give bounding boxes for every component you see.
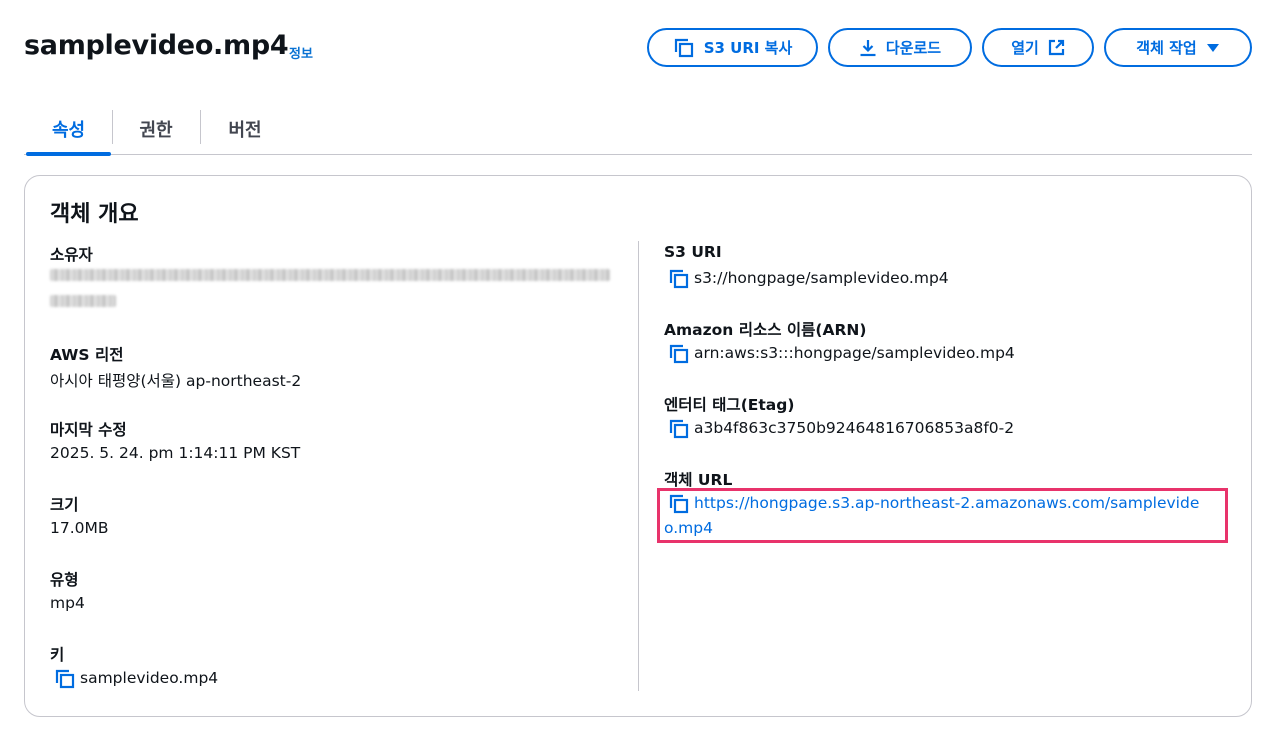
object-url-label: 객체 URL: [664, 471, 733, 489]
panel-title: 객체 개요: [50, 202, 139, 227]
owner-value-redacted: [50, 269, 610, 281]
download-button[interactable]: 다운로드: [828, 28, 972, 67]
tab-bar: 속성 권한 버전: [24, 104, 1252, 156]
download-icon: [860, 39, 876, 56]
arn-value: arn:aws:s3:::hongpage/samplevideo.mp4: [694, 344, 1015, 362]
copy-icon[interactable]: [668, 268, 690, 290]
page-title: samplevideo.mp4: [24, 30, 289, 61]
object-actions-dropdown[interactable]: 객체 작업: [1104, 28, 1252, 67]
open-label: 열기: [1011, 39, 1039, 57]
copy-s3-uri-button[interactable]: S3 URI 복사: [647, 28, 818, 67]
copy-icon: [674, 38, 693, 57]
type-label: 유형: [50, 571, 79, 589]
type-value: mp4: [50, 594, 85, 612]
last-modified-label: 마지막 수정: [50, 421, 127, 439]
s3-uri-label: S3 URI: [664, 243, 722, 261]
info-link[interactable]: 정보: [289, 43, 313, 62]
arn-label: Amazon 리소스 이름(ARN): [664, 321, 867, 339]
owner-value-redacted: [50, 295, 116, 307]
caret-down-icon: [1206, 43, 1219, 52]
key-value: samplevideo.mp4: [80, 669, 219, 687]
object-overview-panel: 객체 개요 소유자 AWS 리전 아시아 태평양(서울) ap-northeas…: [24, 175, 1252, 717]
external-link-icon: [1048, 39, 1064, 56]
tab-versions[interactable]: 버전: [202, 104, 288, 154]
key-label: 키: [50, 646, 65, 664]
copy-s3-uri-label: S3 URI 복사: [703, 39, 793, 57]
object-url-highlight-box: [657, 488, 1228, 543]
tab-divider: [112, 110, 113, 144]
owner-label: 소유자: [50, 246, 93, 264]
size-label: 크기: [50, 496, 79, 514]
copy-icon[interactable]: [54, 668, 76, 690]
column-divider: [638, 241, 639, 691]
open-button[interactable]: 열기: [982, 28, 1094, 67]
object-actions-label: 객체 작업: [1136, 39, 1197, 57]
tab-properties[interactable]: 속성: [26, 104, 111, 156]
tab-permissions[interactable]: 권한: [114, 104, 198, 154]
s3-uri-value: s3://hongpage/samplevideo.mp4: [694, 269, 949, 287]
size-value: 17.0MB: [50, 519, 109, 537]
tab-divider: [200, 110, 201, 144]
last-modified-value: 2025. 5. 24. pm 1:14:11 PM KST: [50, 444, 301, 462]
copy-icon[interactable]: [668, 343, 690, 365]
etag-value: a3b4f863c3750b92464816706853a8f0-2: [694, 419, 1015, 437]
copy-icon[interactable]: [668, 418, 690, 440]
region-label: AWS 리전: [50, 346, 124, 364]
download-label: 다운로드: [885, 39, 942, 57]
region-value: 아시아 태평양(서울) ap-northeast-2: [50, 372, 302, 390]
etag-label: 엔터티 태그(Etag): [664, 396, 795, 414]
